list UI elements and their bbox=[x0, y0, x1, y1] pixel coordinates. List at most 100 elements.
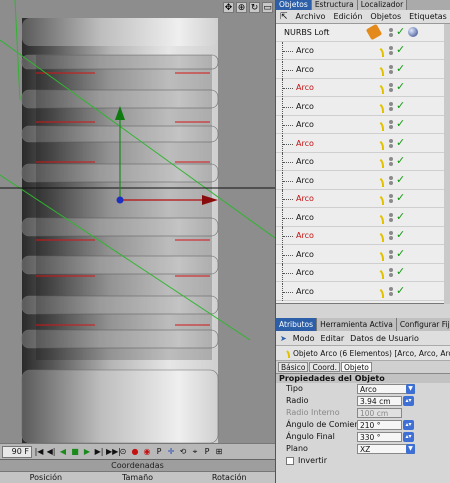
grid-key-button[interactable]: ⊞ bbox=[214, 446, 224, 457]
enabled-check-icon[interactable]: ✓ bbox=[396, 154, 405, 167]
enabled-check-icon[interactable]: ✓ bbox=[396, 117, 405, 130]
visibility-dots-icon[interactable] bbox=[388, 249, 394, 260]
prop-plano: Plano XZ ▼ bbox=[276, 443, 450, 455]
visibility-dots-icon[interactable] bbox=[388, 46, 394, 56]
prev-key-button[interactable]: ◀| bbox=[46, 446, 56, 457]
position-key-button[interactable]: ✛ bbox=[166, 446, 176, 457]
menu-edicion[interactable]: Edición bbox=[333, 12, 362, 21]
tab-estructura[interactable]: Estructura bbox=[311, 0, 358, 10]
angulo-comienzo-input[interactable]: 210 ° bbox=[357, 420, 402, 430]
enabled-check-icon[interactable]: ✓ bbox=[396, 43, 405, 56]
object-nurbs-loft[interactable]: NURBS Loft ✓ bbox=[276, 24, 450, 42]
enabled-check-icon[interactable]: ✓ bbox=[396, 99, 405, 112]
object-arco-row[interactable]: Arco ✓ bbox=[276, 208, 450, 227]
next-key-button[interactable]: ▶| bbox=[94, 446, 104, 457]
stepper-icon[interactable]: ▴▾ bbox=[403, 420, 414, 430]
object-arco-row[interactable]: Arco ✓ bbox=[276, 134, 450, 153]
parameter-key-button[interactable]: P bbox=[202, 446, 212, 457]
object-arco-row[interactable]: Arco ✓ bbox=[276, 153, 450, 171]
enabled-check-icon[interactable]: ✓ bbox=[396, 265, 405, 278]
object-arco-row[interactable]: Arco ✓ bbox=[276, 42, 450, 60]
chevron-down-icon[interactable]: ▼ bbox=[406, 444, 415, 454]
subtab-coord[interactable]: Coord. bbox=[309, 362, 340, 372]
enabled-check-icon[interactable]: ✓ bbox=[396, 136, 405, 149]
keyframe-selection-button[interactable]: P bbox=[154, 446, 164, 457]
tab-herramienta-activa[interactable]: Herramienta Activa bbox=[317, 318, 397, 331]
radio-input[interactable]: 3.94 cm bbox=[357, 396, 402, 406]
3d-viewport[interactable]: ✥ ⊕ ↻ ▭ bbox=[0, 0, 275, 443]
enabled-check-icon[interactable]: ✓ bbox=[396, 210, 405, 223]
menu-editar[interactable]: Editar bbox=[320, 334, 344, 343]
object-arco-row[interactable]: Arco ✓ bbox=[276, 282, 450, 301]
record-options-icon[interactable]: ⊙ bbox=[118, 446, 128, 457]
object-arco-row[interactable]: Arco ✓ bbox=[276, 227, 450, 245]
visibility-dots-icon[interactable] bbox=[388, 120, 394, 130]
enabled-check-icon[interactable]: ✓ bbox=[396, 62, 405, 75]
goto-start-button[interactable]: |◀ bbox=[34, 446, 44, 457]
tab-localizador[interactable]: Localizador bbox=[357, 0, 408, 10]
enabled-check-icon[interactable]: ✓ bbox=[396, 25, 405, 38]
object-manager-list[interactable]: NURBS Loft ✓ Arco ✓ Arco ✓ Arco ✓ Arco ✓ Arco ✓ Ar… bbox=[276, 24, 450, 304]
visibility-dots-icon[interactable] bbox=[388, 83, 394, 93]
tab-atributos[interactable]: Atributos bbox=[276, 318, 318, 331]
enabled-check-icon[interactable]: ✓ bbox=[396, 80, 405, 93]
visibility-dots-icon[interactable] bbox=[388, 28, 394, 38]
visibility-dots-icon[interactable] bbox=[388, 101, 394, 112]
angulo-final-input[interactable]: 330 ° bbox=[357, 432, 402, 442]
record-button[interactable]: ● bbox=[130, 446, 140, 457]
scale-key-button[interactable]: ⌖ bbox=[190, 446, 200, 457]
subtab-objeto[interactable]: Objeto bbox=[340, 362, 372, 372]
object-arco-row[interactable]: Arco ✓ bbox=[276, 60, 450, 79]
visibility-dots-icon[interactable] bbox=[388, 286, 394, 297]
enabled-check-icon[interactable]: ✓ bbox=[396, 173, 405, 186]
object-arco-row[interactable]: Arco ✓ bbox=[276, 79, 450, 97]
rotate-icon[interactable]: ↻ bbox=[249, 2, 260, 13]
object-list-scrollbar[interactable] bbox=[444, 24, 450, 304]
object-arco-row[interactable]: Arco ✓ bbox=[276, 245, 450, 264]
object-arco-row[interactable]: Arco ✓ bbox=[276, 116, 450, 134]
visibility-dots-icon[interactable] bbox=[388, 212, 394, 223]
stepper-icon[interactable]: ▴▾ bbox=[403, 396, 414, 406]
move-icon[interactable]: ✥ bbox=[223, 2, 234, 13]
tab-configurar-fija[interactable]: Configurar Fija bbox=[396, 318, 450, 331]
enabled-check-icon[interactable]: ✓ bbox=[396, 191, 405, 204]
invertir-checkbox[interactable] bbox=[286, 457, 294, 465]
frame-field[interactable]: 90 F bbox=[2, 445, 32, 458]
attr-pointer-icon[interactable]: ➤ bbox=[280, 334, 287, 343]
prop-angulo-comienzo: Ángulo de Comienzo 210 ° ▴▾ bbox=[276, 419, 450, 431]
play-backward-button[interactable]: ◀ bbox=[58, 446, 68, 457]
texture-tag-icon[interactable] bbox=[408, 27, 418, 37]
goto-end-button[interactable]: ▶▶| bbox=[106, 446, 121, 457]
visibility-dots-icon[interactable] bbox=[388, 194, 394, 204]
tab-objetos[interactable]: Objetos bbox=[276, 0, 312, 10]
visibility-dots-icon[interactable] bbox=[388, 175, 394, 186]
visibility-dots-icon[interactable] bbox=[388, 138, 394, 149]
autokey-button[interactable]: ◉ bbox=[142, 446, 152, 457]
object-arco-row[interactable]: Arco ✓ bbox=[276, 171, 450, 190]
enabled-check-icon[interactable]: ✓ bbox=[396, 247, 405, 260]
object-arco-row[interactable]: Arco ✓ bbox=[276, 264, 450, 282]
menu-etiquetas[interactable]: Etiquetas bbox=[409, 12, 447, 21]
chevron-down-icon[interactable]: ▼ bbox=[406, 384, 415, 394]
bottle-render bbox=[0, 0, 275, 443]
zoom-icon[interactable]: ⊕ bbox=[236, 2, 247, 13]
object-arco-row[interactable]: Arco ✓ bbox=[276, 97, 450, 116]
rotation-key-button[interactable]: ⟲ bbox=[178, 446, 188, 457]
enabled-check-icon[interactable]: ✓ bbox=[396, 228, 405, 241]
stop-button[interactable]: ■ bbox=[70, 446, 80, 457]
menu-datos-usuario[interactable]: Datos de Usuario bbox=[350, 334, 419, 343]
object-arco-row[interactable]: Arco ✓ bbox=[276, 190, 450, 208]
stepper-icon[interactable]: ▴▾ bbox=[403, 432, 414, 442]
menu-icon-1[interactable]: ⇱ bbox=[280, 12, 288, 22]
play-button[interactable]: ▶ bbox=[82, 446, 92, 457]
subtab-basico[interactable]: Básico bbox=[278, 362, 309, 372]
visibility-dots-icon[interactable] bbox=[388, 64, 394, 75]
maximize-icon[interactable]: ▭ bbox=[262, 2, 273, 13]
visibility-dots-icon[interactable] bbox=[388, 231, 394, 241]
enabled-check-icon[interactable]: ✓ bbox=[396, 284, 405, 297]
visibility-dots-icon[interactable] bbox=[388, 157, 394, 167]
visibility-dots-icon[interactable] bbox=[388, 268, 394, 278]
menu-objetos[interactable]: Objetos bbox=[370, 12, 401, 21]
menu-archivo[interactable]: Archivo bbox=[296, 12, 326, 21]
menu-modo[interactable]: Modo bbox=[293, 334, 315, 343]
